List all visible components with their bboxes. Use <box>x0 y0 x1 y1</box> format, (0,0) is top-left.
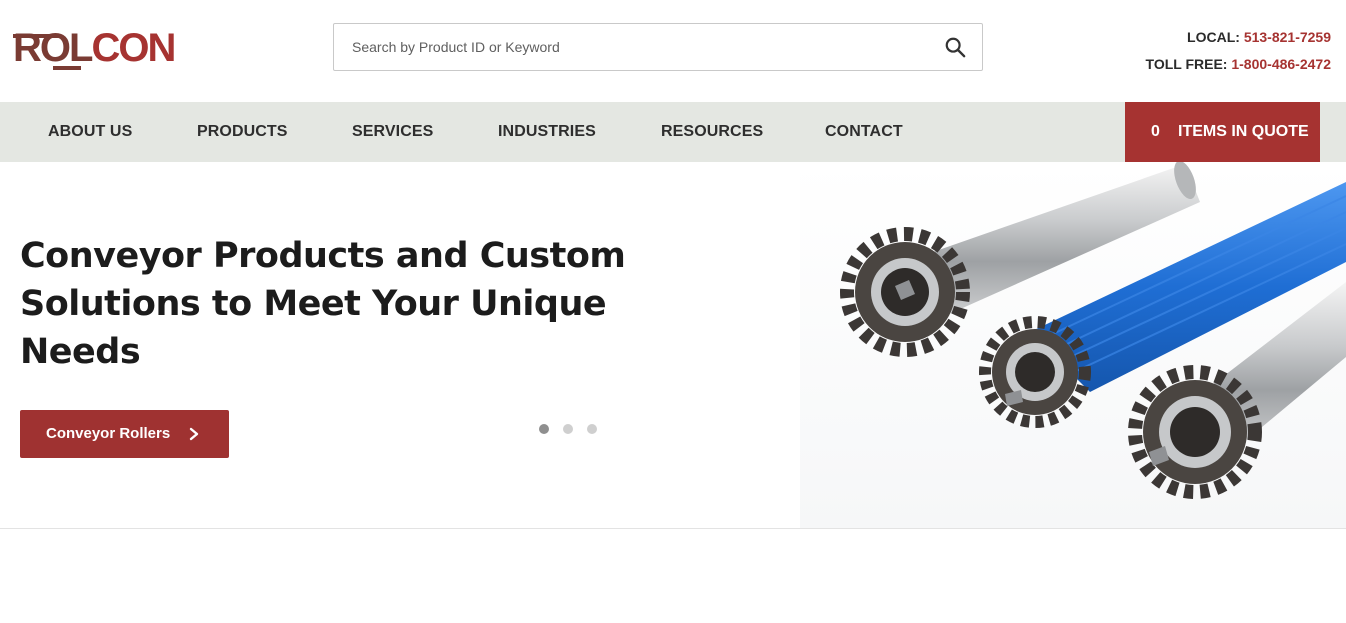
main-nav: ABOUT US PRODUCTS SERVICES INDUSTRIES RE… <box>0 102 1346 162</box>
site-header: ROLCON LOCAL: 513-821-7259 TOLL FREE: 1-… <box>0 0 1346 102</box>
nav-item-contact[interactable]: CONTACT <box>825 102 903 162</box>
logo-wordmark: ROLCON <box>13 24 176 72</box>
hero-image-conveyor-rollers <box>800 162 1346 528</box>
search-icon[interactable] <box>944 36 966 58</box>
conveyor-rollers-button[interactable]: Conveyor Rollers <box>20 410 229 458</box>
rolcon-logo[interactable]: ROLCON <box>13 24 176 72</box>
nav-item-about-us[interactable]: ABOUT US <box>48 102 132 162</box>
local-phone-number[interactable]: 513-821-7259 <box>1244 29 1331 45</box>
tollfree-phone-label: TOLL FREE: <box>1145 56 1228 72</box>
quote-label: ITEMS IN QUOTE <box>1178 123 1309 140</box>
local-phone-label: LOCAL: <box>1187 29 1240 45</box>
quote-button[interactable]: 0 ITEMS IN QUOTE <box>1125 102 1320 162</box>
slider-dot-1[interactable] <box>539 424 549 434</box>
conveyor-rollers-illustration <box>840 162 1346 499</box>
tollfree-phone-number[interactable]: 1-800-486-2472 <box>1231 56 1331 72</box>
chevron-right-icon <box>189 427 199 441</box>
slider-dot-3[interactable] <box>587 424 597 434</box>
nav-item-industries[interactable]: INDUSTRIES <box>498 102 596 162</box>
hero-slider: Conveyor Products and Custom Solutions t… <box>0 162 1346 529</box>
slider-dot-2[interactable] <box>563 424 573 434</box>
nav-item-resources[interactable]: RESOURCES <box>661 102 763 162</box>
quote-count: 0 <box>1151 123 1160 140</box>
hero-button-label: Conveyor Rollers <box>46 425 171 442</box>
logo-text-con: CON <box>91 26 176 70</box>
contact-phones: LOCAL: 513-821-7259 TOLL FREE: 1-800-486… <box>1146 24 1331 78</box>
hero-title: Conveyor Products and Custom Solutions t… <box>20 236 626 372</box>
tollfree-phone: TOLL FREE: 1-800-486-2472 <box>1146 51 1331 78</box>
search-box <box>333 23 983 71</box>
logo-text-rol: ROL <box>13 26 93 70</box>
nav-item-services[interactable]: SERVICES <box>352 102 433 162</box>
nav-item-products[interactable]: PRODUCTS <box>197 102 288 162</box>
search-input[interactable] <box>352 24 922 70</box>
local-phone: LOCAL: 513-821-7259 <box>1146 24 1331 51</box>
